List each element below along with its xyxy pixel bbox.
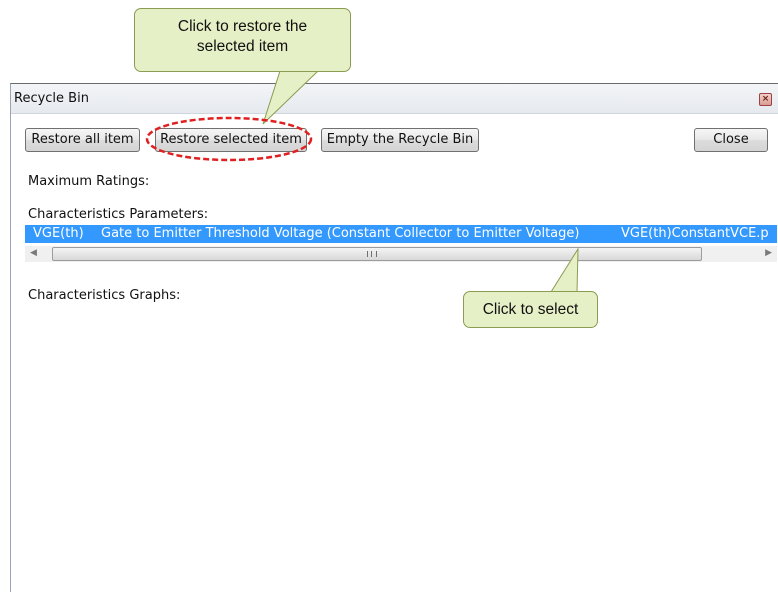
restore-all-button[interactable]: Restore all item (25, 128, 140, 152)
maximum-ratings-label: Maximum Ratings: (28, 174, 150, 189)
parameter-file: VGE(th)ConstantVCE.p (621, 226, 769, 241)
empty-recycle-bin-button[interactable]: Empty the Recycle Bin (321, 128, 479, 152)
close-button[interactable]: Close (694, 128, 768, 152)
restore-callout-line2: selected item (196, 38, 289, 55)
parameter-symbol: VGE(th) (33, 226, 84, 241)
parameter-description: Gate to Emitter Threshold Voltage (Const… (101, 226, 580, 241)
stage: Recycle Bin × Restore all item Restore s… (0, 0, 778, 592)
scroll-left-arrow-icon[interactable]: ◀ (30, 248, 37, 258)
window-close-icon[interactable]: × (759, 93, 772, 106)
scroll-right-arrow-icon[interactable]: ▶ (765, 248, 772, 258)
window-title: Recycle Bin (14, 91, 89, 106)
select-callout: Click to select (463, 291, 598, 328)
scrollbar-thumb[interactable] (52, 247, 702, 261)
title-bar: Recycle Bin × (11, 84, 778, 114)
horizontal-scrollbar[interactable]: ◀ ▶ (25, 246, 777, 262)
scrollbar-grip-icon (367, 251, 377, 257)
restore-callout-line1: Click to restore the (177, 18, 308, 35)
restore-callout: Click to restore the selected item (134, 8, 351, 72)
restore-selected-button[interactable]: Restore selected item (155, 128, 307, 152)
characteristics-parameters-label: Characteristics Parameters: (28, 207, 209, 222)
characteristics-graphs-label: Characteristics Graphs: (28, 288, 181, 303)
parameter-list-item-selected[interactable]: VGE(th) Gate to Emitter Threshold Voltag… (25, 225, 777, 243)
recycle-bin-window: Recycle Bin × Restore all item Restore s… (10, 83, 778, 592)
